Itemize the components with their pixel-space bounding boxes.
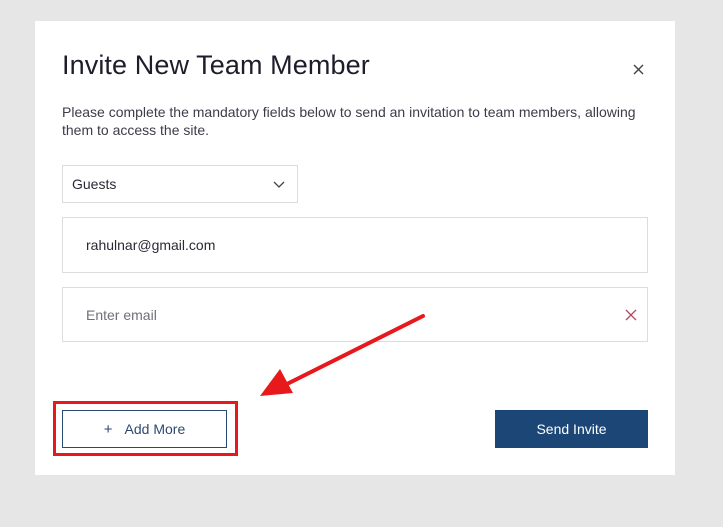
invite-modal: Invite New Team Member Please complete t…: [35, 21, 675, 475]
email-field-2[interactable]: [62, 287, 648, 342]
modal-description: Please complete the mandatory fields bel…: [62, 104, 636, 138]
chevron-down-icon: [273, 181, 285, 188]
add-more-label: Add More: [124, 421, 186, 437]
plus-icon: +: [103, 420, 113, 438]
email-field-1[interactable]: [62, 217, 648, 273]
email-input-1[interactable]: [86, 237, 606, 253]
role-select[interactable]: Guests: [62, 165, 298, 203]
email-input-2[interactable]: [86, 306, 606, 323]
role-select-value: Guests: [72, 176, 117, 192]
send-invite-button[interactable]: Send Invite: [495, 410, 648, 448]
modal-title: Invite New Team Member: [62, 50, 370, 80]
clear-email-button[interactable]: [624, 308, 638, 322]
close-button[interactable]: [631, 61, 647, 77]
close-icon: [625, 309, 637, 321]
close-icon: [633, 64, 644, 75]
add-more-button[interactable]: + Add More: [62, 410, 227, 448]
send-invite-label: Send Invite: [536, 421, 607, 437]
